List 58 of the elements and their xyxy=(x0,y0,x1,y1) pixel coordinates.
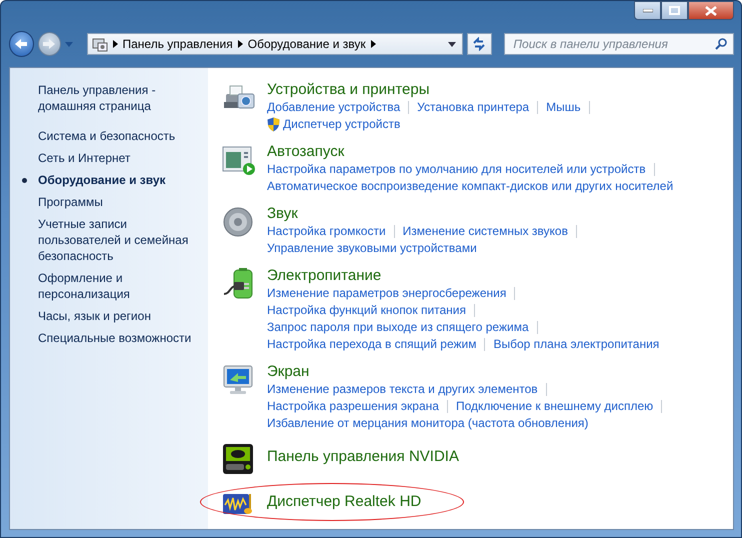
minimize-button[interactable] xyxy=(634,1,661,20)
graphics-card-icon xyxy=(222,443,256,475)
task-link[interactable]: Выбор плана электропитания xyxy=(493,336,660,353)
maximize-button[interactable] xyxy=(661,1,688,20)
close-icon xyxy=(705,6,717,16)
task-link[interactable]: Подключение к внешнему дисплею xyxy=(456,398,654,415)
sidebar-link[interactable]: Программы xyxy=(38,194,113,210)
sidebar-link[interactable]: Оборудование и звук xyxy=(38,172,176,188)
task-link[interactable]: Избавление от мерцания монитора (частота обновления) xyxy=(267,415,588,432)
task-link[interactable]: Диспетчер устройств xyxy=(283,116,400,133)
task-link[interactable]: Изменение размеров текста и других элементов xyxy=(267,381,538,398)
task-link[interactable]: Добавление устройства xyxy=(267,99,400,116)
category-title-link[interactable]: Диспетчер Realtek HD xyxy=(267,492,422,511)
autoplay-window-icon xyxy=(222,144,256,176)
sidebar-link[interactable]: Система и безопасность xyxy=(38,128,186,144)
chevron-icon xyxy=(370,40,376,48)
task-link[interactable]: Изменение системных звуков xyxy=(402,223,568,240)
task-link[interactable]: Настройка громкости xyxy=(267,223,386,240)
chevron-icon xyxy=(112,40,118,48)
forward-arrow-icon xyxy=(42,38,56,50)
task-link[interactable]: Автоматическое воспроизведение компакт-дисков или других носителей xyxy=(267,178,674,195)
sidebar-link[interactable]: Оформление и персонализация xyxy=(38,270,208,302)
task-link[interactable]: Мышь xyxy=(546,99,581,116)
task-link[interactable]: Запрос пароля при выходе из спящего режима xyxy=(267,319,529,336)
category-title-link[interactable]: Панель управления NVIDIA xyxy=(267,447,459,466)
back-button[interactable] xyxy=(9,31,34,57)
close-button[interactable] xyxy=(688,1,734,20)
minimize-icon xyxy=(642,8,652,12)
control-panel-icon xyxy=(92,36,108,52)
task-link[interactable]: Настройка функций кнопок питания xyxy=(267,302,466,319)
chevron-icon xyxy=(238,40,243,48)
task-link[interactable]: Настройка разрешения экрана xyxy=(267,398,439,415)
task-link[interactable]: Настройка перехода в спящий режим xyxy=(267,336,476,353)
search-icon xyxy=(714,38,727,50)
task-link[interactable]: Установка принтера xyxy=(417,99,530,116)
category-title-link[interactable]: Звук xyxy=(267,204,585,223)
task-link[interactable]: Настройка параметров по умолчанию для носителей или устройств xyxy=(267,161,646,178)
address-bar[interactable]: Панель управления Оборудование и звук xyxy=(86,33,462,55)
forward-button[interactable] xyxy=(38,32,61,56)
search-field[interactable]: Поиск в панели управления xyxy=(504,33,734,55)
refresh-button[interactable] xyxy=(466,33,492,55)
breadcrumb[interactable]: Оборудование и звук xyxy=(248,37,366,51)
category-title-link[interactable]: Экран xyxy=(267,362,670,381)
category-title-link[interactable]: Электропитание xyxy=(267,266,660,285)
breadcrumb[interactable]: Панель управления xyxy=(122,37,233,51)
category-title-link[interactable]: Автозапуск xyxy=(267,142,674,161)
maximize-icon xyxy=(669,6,680,15)
back-arrow-icon xyxy=(14,38,28,50)
sidebar-link[interactable]: Сеть и Интернет xyxy=(38,150,140,166)
refresh-icon xyxy=(472,37,486,51)
task-link[interactable]: Изменение параметров энергосбережения xyxy=(267,285,506,302)
task-link[interactable]: Управление звуковыми устройствами xyxy=(267,240,477,257)
sidebar-link[interactable]: Панель управления - домашняя страница xyxy=(38,82,208,114)
dropdown-icon[interactable] xyxy=(448,42,456,46)
category-title-link[interactable]: Устройства и принтеры xyxy=(267,80,598,99)
sidebar-link[interactable]: Специальные возможности xyxy=(38,330,202,346)
sidebar-link[interactable]: Часы, язык и регион xyxy=(38,308,161,324)
sidebar-link[interactable]: Учетные записи пользователей и семейная безопасность xyxy=(38,216,208,264)
